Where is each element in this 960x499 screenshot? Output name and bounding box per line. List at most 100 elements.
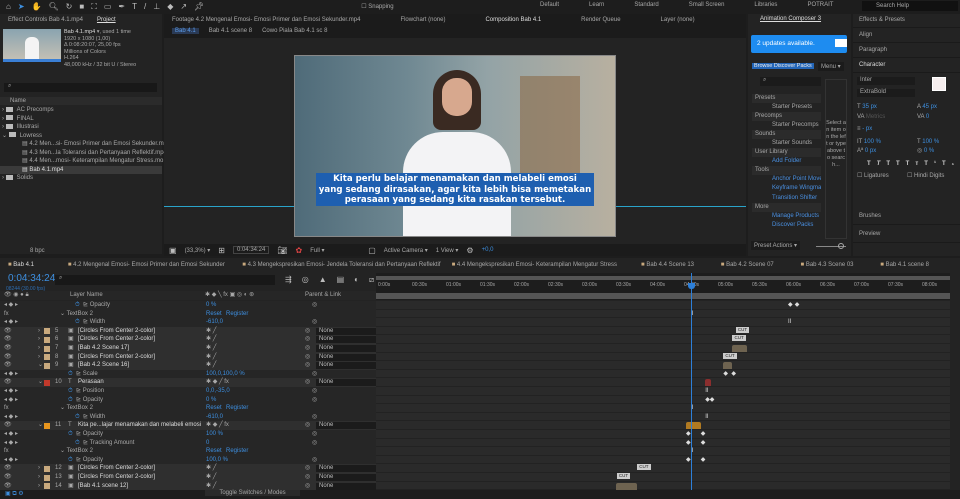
cut-marker[interactable]: CUT xyxy=(616,473,631,479)
current-time-display[interactable]: 0:04:34:24 xyxy=(232,246,270,254)
keyframe-icon[interactable]: ◆ xyxy=(731,371,736,377)
layer-track[interactable]: ◆ ◆ xyxy=(376,369,950,379)
puppet-tool-icon[interactable]: 📌︎ xyxy=(194,2,204,11)
keyframe-icon[interactable]: ◆ xyxy=(788,302,793,308)
timeline-tab[interactable]: ■ 4.4 Mengekspresikan Emosi- Keterampila… xyxy=(452,262,641,268)
layer-track[interactable]: II xyxy=(376,412,950,422)
property-value[interactable]: 100 % xyxy=(206,430,223,439)
keyframe-icon[interactable]: ◆ xyxy=(701,457,706,463)
label-color[interactable] xyxy=(44,345,50,352)
home-icon[interactable]: ⌂ xyxy=(6,2,11,11)
effect-row[interactable]: fx ⌄ TextBox 2 Reset Register I xyxy=(0,447,960,456)
layer-track[interactable]: I xyxy=(376,447,950,456)
shy-switch-icon[interactable]: ✱ ╱ xyxy=(206,353,216,362)
playhead[interactable] xyxy=(688,273,696,491)
timeline-tab[interactable]: ■ 4.3 Mengekspresikan Emosi- Jendela Tol… xyxy=(242,262,451,268)
parent-dropdown[interactable]: None xyxy=(316,362,376,370)
draft-3d-icon[interactable]: ◎ xyxy=(302,275,309,285)
ligatures-checkbox[interactable]: Ligatures xyxy=(864,173,889,179)
faux-style-buttons[interactable]: TTTTTᴛT¹T₁ xyxy=(857,160,957,170)
visibility-eye-icon[interactable]: 👁︎ xyxy=(4,361,12,370)
keyframe-icon[interactable]: ◆ xyxy=(723,371,728,377)
hold-keyframe-icon[interactable]: II xyxy=(705,388,708,394)
layer-clip-bar[interactable] xyxy=(686,422,701,430)
stopwatch-icon[interactable]: ⏱︎ xyxy=(75,301,80,310)
update-toggle[interactable] xyxy=(835,39,847,47)
ac-item[interactable]: Manage Products xyxy=(752,212,821,222)
keyframe-icon[interactable]: ◆ xyxy=(795,302,800,308)
ac-item[interactable]: Keyframe Wingman xyxy=(752,184,821,194)
tab-composition[interactable]: Composition Bab 4.1 xyxy=(485,17,541,23)
layer-name[interactable]: [Circles From Center 2-color] xyxy=(78,335,155,344)
type-tool-icon[interactable]: T xyxy=(132,2,137,11)
pickwhip-icon[interactable]: ◎ xyxy=(305,327,310,336)
effect-row[interactable]: fx ⌄ TextBox 2 Reset Register I xyxy=(0,404,960,413)
fill-color-swatch[interactable] xyxy=(932,77,946,91)
shy-switch-icon[interactable]: ✱ ╱ xyxy=(206,482,216,491)
workspace-potrait[interactable]: POTRAIT xyxy=(807,2,833,8)
property-row[interactable]: ◂ ◆ ▸ ⏱︎ ⊵ Scale 100,0,100,0 % ◎ ◆ ◆ xyxy=(0,369,960,379)
composition-flowchart-icon[interactable]: ⇶ xyxy=(285,275,292,285)
font-family-dropdown[interactable]: Inter xyxy=(857,77,915,85)
property-value[interactable]: 0,0,-35,0 xyxy=(206,387,230,396)
paragraph-panel[interactable]: Paragraph xyxy=(853,43,960,58)
stopwatch-icon[interactable]: ⏱︎ xyxy=(75,413,80,422)
shy-switch-icon[interactable]: ✱ ◆ ╱ fx xyxy=(206,421,229,430)
tracking-value[interactable]: 0 xyxy=(926,114,929,120)
breadcrumb-bab-4-1[interactable]: Bab 4.1 xyxy=(172,28,199,34)
workspace-default[interactable]: Default xyxy=(540,2,559,8)
layer-track[interactable]: ◆ ◆ xyxy=(376,430,950,439)
workspace-libraries[interactable]: Libraries xyxy=(754,2,777,8)
layer-row[interactable]: 👁︎ › 13 ▣ [Circles From Center 2-color] ✱ ╱ ◎ N… xyxy=(0,473,960,482)
chevron-down-icon[interactable]: ⌄ xyxy=(2,133,9,139)
exposure-value[interactable]: +0,0 xyxy=(482,247,494,253)
expand-chevron-icon[interactable]: › xyxy=(38,344,40,353)
stopwatch-icon[interactable]: ⏱︎ xyxy=(68,387,73,396)
keyframe-navigator[interactable]: ◂ ◆ ▸ xyxy=(4,387,18,396)
project-file[interactable]: ▤ 4.2 Men...si- Emosi Primer dan Emosi S… xyxy=(0,140,170,149)
stopwatch-icon[interactable]: ⏱︎ xyxy=(68,370,73,379)
visibility-eye-icon[interactable]: 👁︎ xyxy=(4,327,12,336)
expression-pickwhip-icon[interactable]: ◎ xyxy=(312,413,317,422)
keyframe-icon[interactable]: ◆ xyxy=(710,397,715,403)
layer-track[interactable]: CUT xyxy=(376,352,950,362)
layer-track[interactable]: CUT xyxy=(376,473,950,482)
layer-row[interactable]: 👁︎ › 5 ▣ [Circles From Center 2-color] ✱ ╱ ◎ No… xyxy=(0,326,960,336)
register-link[interactable]: Register xyxy=(226,310,248,319)
property-row[interactable]: ◂ ◆ ▸ ⏱︎ ⊵ Width -610,0 ◎ II xyxy=(0,412,960,422)
keyframe-navigator[interactable]: ◂ ◆ ▸ xyxy=(4,430,18,439)
render-time-icon[interactable]: ▣ ⧉ ⚙ xyxy=(5,490,24,498)
property-row[interactable]: ◂ ◆ ▸ ⏱︎ ⊵ Position 0,0,-35,0 ◎ II xyxy=(0,387,960,396)
expression-pickwhip-icon[interactable]: ◎ xyxy=(312,301,317,310)
snapping-checkbox[interactable]: ☐ Snapping xyxy=(361,3,393,10)
ac-item[interactable]: Transition Shifter xyxy=(752,194,821,204)
project-file[interactable]: ▤ 4.3 Men...la Toleransi dan Pertanyaan … xyxy=(0,149,167,158)
layer-track[interactable]: ◆ ◆ xyxy=(376,395,950,405)
reset-link[interactable]: Reset xyxy=(206,404,222,413)
layer-row[interactable]: 👁︎ › 6 ▣ [Circles From Center 2-color] ✱ ╱ ◎ No… xyxy=(0,335,960,344)
snapshot-icon[interactable]: 📷︎ xyxy=(277,246,287,255)
property-row[interactable]: ◂ ◆ ▸ ⏱︎ ⊵ Opacity 100 % ◎ ◆ ◆ xyxy=(0,430,960,439)
browse-tab[interactable]: Browse Discover Packs xyxy=(752,63,814,69)
layer-clip-bar[interactable] xyxy=(723,362,733,370)
parent-dropdown[interactable]: None xyxy=(316,345,376,352)
pen-tool-icon[interactable]: ✒ xyxy=(118,2,125,11)
brush-tool-icon[interactable]: / xyxy=(144,2,146,11)
project-search-input[interactable]: ⌕ xyxy=(4,83,157,92)
ac-item[interactable]: Add Folder xyxy=(752,157,821,167)
expression-pickwhip-icon[interactable]: ◎ xyxy=(312,387,317,396)
font-style-dropdown[interactable]: ExtraBold xyxy=(857,89,915,97)
project-column-header[interactable]: Name xyxy=(0,97,162,105)
tab-effect-controls[interactable]: Effect Controls Bab 4.1.mp4 xyxy=(8,17,83,23)
visibility-eye-icon[interactable]: 👁︎ xyxy=(4,473,12,482)
grid-icon[interactable]: ⊞ xyxy=(218,246,225,255)
reset-link[interactable]: Reset xyxy=(206,310,222,319)
expand-chevron-icon[interactable]: › xyxy=(38,353,40,362)
visibility-eye-icon[interactable]: 👁︎ xyxy=(4,482,12,491)
keyframe-navigator[interactable]: ◂ ◆ ▸ xyxy=(4,439,18,448)
project-folder[interactable]: › Illustrasi xyxy=(0,123,162,132)
layer-name[interactable]: Kita pe...lajar menamakan dan melabeli e… xyxy=(78,421,201,430)
cut-marker[interactable]: CUT xyxy=(732,335,746,342)
layer-name[interactable]: [Circles From Center 2-color] xyxy=(78,464,155,473)
pickwhip-icon[interactable]: ◎ xyxy=(305,482,310,491)
